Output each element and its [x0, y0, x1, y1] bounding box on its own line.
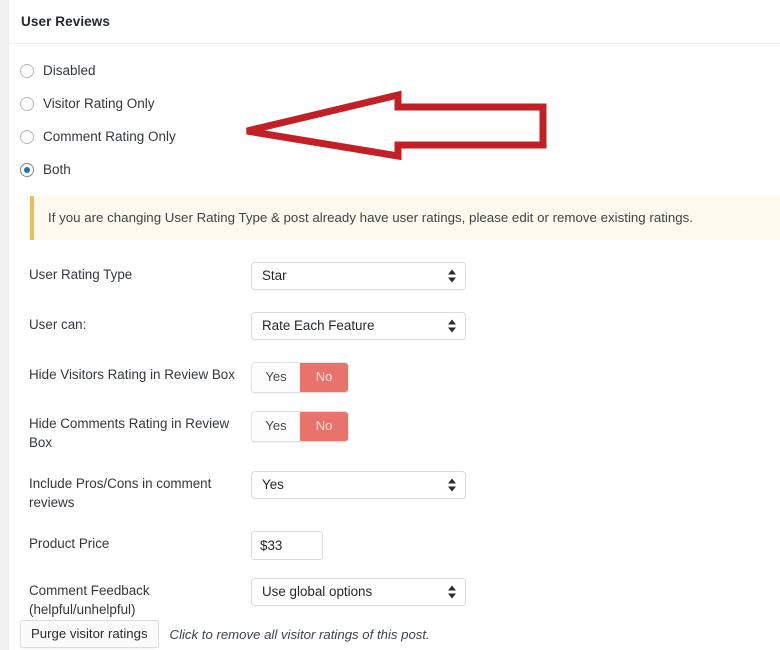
select-value: Star [262, 268, 287, 283]
radio-icon[interactable] [20, 129, 34, 144]
user-can-select[interactable]: Rate Each Feature [251, 312, 466, 340]
toggle-option-yes[interactable]: Yes [252, 412, 300, 441]
chevron-updown-icon [448, 477, 457, 492]
hide-comments-rating-toggle[interactable]: Yes No [251, 411, 349, 442]
radio-option-both[interactable]: Both [20, 153, 780, 186]
warning-notice: If you are changing User Rating Type & p… [30, 196, 780, 240]
radio-icon-selected[interactable] [20, 162, 34, 177]
user-rating-type-select[interactable]: Star [251, 262, 466, 290]
field-label: User can: [29, 317, 87, 332]
field-control: Yes No [251, 362, 780, 393]
user-reviews-panel: User Reviews Disabled Visitor Rating Onl… [9, 0, 780, 650]
panel-body: Disabled Visitor Rating Only Comment Rat… [9, 44, 780, 629]
toggle-option-no[interactable]: No [300, 363, 348, 392]
select-value: Rate Each Feature [262, 318, 375, 333]
radio-label: Comment Rating Only [43, 129, 176, 144]
product-price-input[interactable] [251, 530, 323, 560]
settings-form: User Rating Type Star User can: Rate Eac… [20, 253, 780, 629]
purge-hint-text: Click to remove all visitor ratings of t… [169, 626, 430, 642]
select-value: Yes [262, 476, 284, 492]
toggle-option-yes[interactable]: Yes [252, 363, 300, 392]
radio-label: Visitor Rating Only [43, 96, 155, 111]
notice-text: If you are changing User Rating Type & p… [48, 210, 694, 225]
chevron-updown-icon [448, 269, 457, 284]
include-pros-cons-select[interactable]: Yes [251, 470, 466, 499]
page-title: User Reviews [21, 14, 111, 29]
select-value: Use global options [262, 583, 373, 599]
radio-icon[interactable] [20, 96, 34, 111]
field-include-pros-cons: Include Pros/Cons in comment reviews Yes [20, 462, 780, 522]
field-label: Hide Comments Rating in Review Box [29, 416, 230, 451]
radio-label: Both [43, 162, 71, 177]
comment-feedback-select[interactable]: Use global options [251, 577, 466, 606]
radio-option-visitor-rating-only[interactable]: Visitor Rating Only [20, 87, 780, 120]
field-label: Hide Visitors Rating in Review Box [29, 367, 235, 382]
field-label: Comment Feedback (helpful/unhelpful) [29, 582, 150, 618]
left-gutter-strip [0, 0, 9, 650]
field-hide-comments-rating: Hide Comments Rating in Review Box Yes N… [20, 402, 780, 462]
field-label: Product Price [29, 535, 110, 551]
field-control: Star [251, 262, 780, 294]
field-user-rating-type: User Rating Type Star [20, 253, 780, 303]
toggle-option-no[interactable]: No [300, 412, 348, 441]
panel-header: User Reviews [9, 0, 780, 44]
radio-icon[interactable] [20, 63, 34, 78]
field-control: Rate Each Feature [251, 312, 780, 344]
field-control [251, 530, 780, 560]
radio-option-disabled[interactable]: Disabled [20, 54, 780, 87]
chevron-updown-icon [448, 584, 457, 599]
purge-row: Purge visitor ratings Click to remove al… [20, 620, 430, 648]
radio-label: Disabled [43, 63, 96, 78]
field-control: Yes [251, 470, 780, 503]
purge-visitor-ratings-button[interactable]: Purge visitor ratings [20, 620, 159, 648]
review-mode-radio-group: Disabled Visitor Rating Only Comment Rat… [20, 54, 780, 186]
chevron-updown-icon [448, 319, 457, 334]
radio-option-comment-rating-only[interactable]: Comment Rating Only [20, 120, 780, 153]
hide-visitors-rating-toggle[interactable]: Yes No [251, 362, 349, 393]
field-product-price: Product Price [20, 522, 780, 569]
field-label: User Rating Type [29, 267, 133, 282]
field-hide-visitors-rating: Hide Visitors Rating in Review Box Yes N… [20, 353, 780, 402]
field-user-can: User can: Rate Each Feature [20, 303, 780, 353]
field-label: Include Pros/Cons in comment reviews [29, 475, 212, 511]
field-control: Use global options [251, 577, 780, 610]
field-control: Yes No [251, 411, 780, 442]
